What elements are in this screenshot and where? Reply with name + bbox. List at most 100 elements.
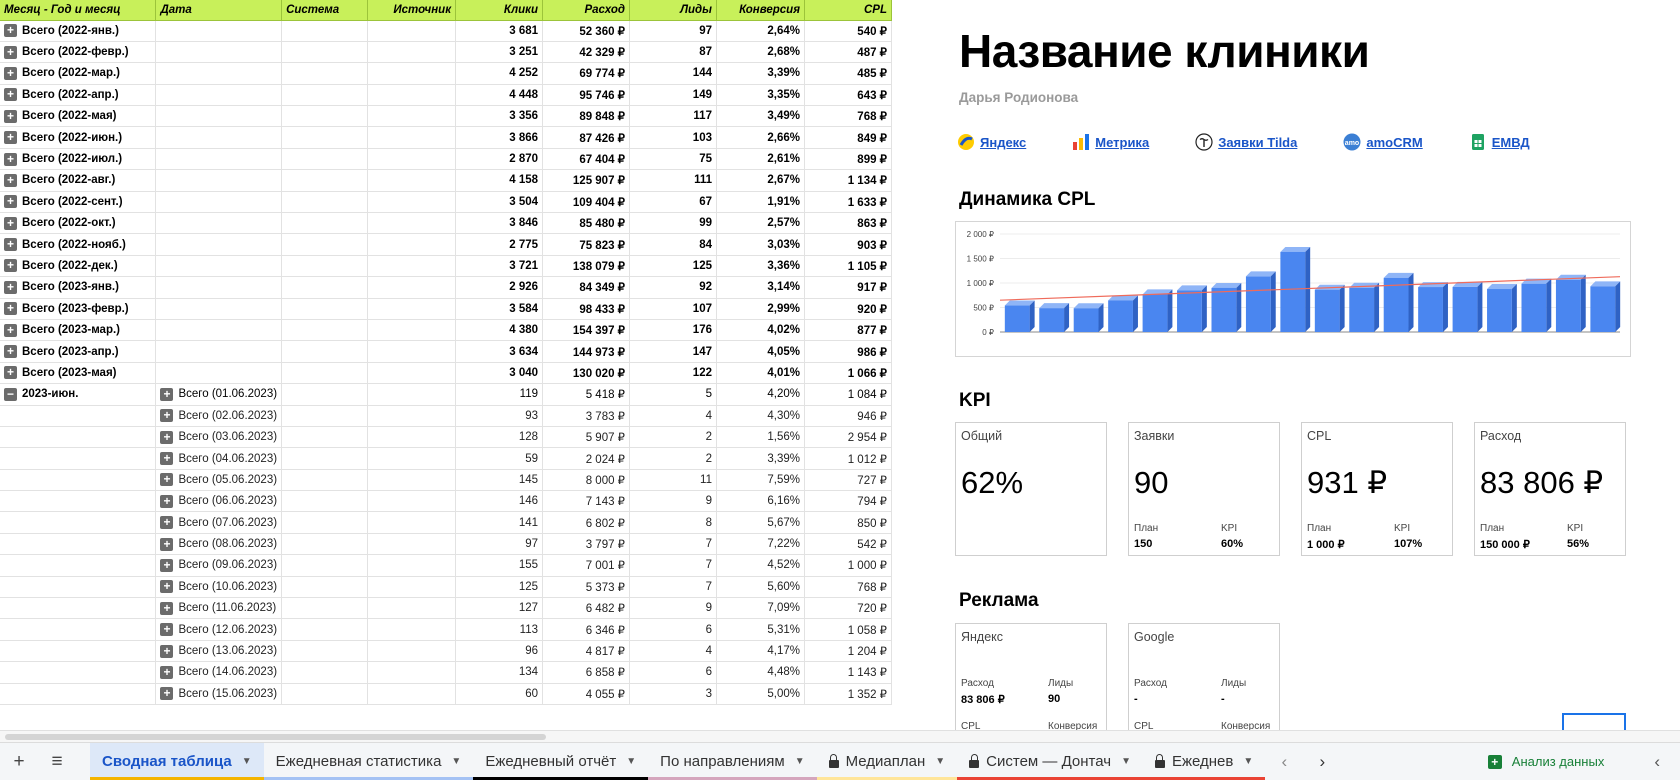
cell-source[interactable]: [367, 319, 457, 342]
cell-leads[interactable]: 2: [629, 426, 717, 449]
cell-spend[interactable]: 85 480 ₽: [542, 212, 630, 235]
link-metrika[interactable]: Метрика: [1072, 133, 1149, 151]
cell-cpl[interactable]: 1 066 ₽: [804, 362, 892, 385]
cell-month[interactable]: [0, 618, 157, 641]
cell-date[interactable]: + Всего (08.06.2023): [155, 533, 283, 556]
link-emvd[interactable]: ЕМВД: [1469, 133, 1530, 151]
cell-leads[interactable]: 176: [629, 319, 717, 342]
cell-date[interactable]: [155, 41, 283, 64]
cell-cpl[interactable]: 1 204 ₽: [804, 640, 892, 663]
cell-month[interactable]: [0, 576, 157, 599]
link-amocrm[interactable]: amo amoCRM: [1343, 133, 1423, 151]
cell-source[interactable]: [367, 41, 457, 64]
cell-clicks[interactable]: 59: [455, 447, 544, 470]
cell-system[interactable]: [281, 426, 369, 449]
cell-conv[interactable]: 5,00%: [716, 683, 805, 706]
cell-cpl[interactable]: 946 ₽: [804, 405, 892, 427]
cell-conv[interactable]: 4,05%: [716, 340, 805, 363]
cell-clicks[interactable]: 4 380: [455, 319, 544, 342]
expand-icon[interactable]: +: [4, 66, 17, 80]
cell-month[interactable]: [0, 533, 157, 556]
caret-down-icon[interactable]: ▼: [626, 756, 636, 767]
cell-conv[interactable]: 4,20%: [716, 383, 805, 406]
cell-leads[interactable]: 4: [629, 405, 717, 427]
cell-cpl[interactable]: 487 ₽: [804, 41, 892, 64]
caret-down-icon[interactable]: ▼: [935, 756, 945, 767]
cell-spend[interactable]: 52 360 ₽: [542, 20, 630, 42]
cell-source[interactable]: [367, 447, 457, 470]
cell-clicks[interactable]: 127: [455, 597, 544, 620]
cell-clicks[interactable]: 2 870: [455, 148, 544, 171]
cell-cpl[interactable]: 1 633 ₽: [804, 191, 892, 214]
cell-cpl[interactable]: 542 ₽: [804, 533, 892, 556]
cell-cpl[interactable]: 1 134 ₽: [804, 169, 892, 192]
cell-system[interactable]: [281, 554, 369, 577]
cell-source[interactable]: [367, 191, 457, 214]
cell-conv[interactable]: 3,36%: [716, 255, 805, 278]
cell-conv[interactable]: 7,59%: [716, 469, 805, 492]
expand-icon[interactable]: +: [4, 88, 17, 102]
expand-icon[interactable]: +: [160, 494, 174, 508]
caret-down-icon[interactable]: ▼: [1243, 756, 1253, 767]
cell-cpl[interactable]: 1 143 ₽: [804, 661, 892, 684]
cell-spend[interactable]: 67 404 ₽: [542, 148, 630, 171]
cell-clicks[interactable]: 96: [455, 640, 544, 663]
cell-source[interactable]: [367, 554, 457, 577]
cell-clicks[interactable]: 145: [455, 469, 544, 492]
cell-date[interactable]: [155, 62, 283, 85]
cell-date[interactable]: + Всего (12.06.2023): [155, 618, 283, 641]
cell-cpl[interactable]: 643 ₽: [804, 84, 892, 107]
cell-cpl[interactable]: 920 ₽: [804, 298, 892, 320]
expand-icon[interactable]: +: [160, 558, 174, 572]
cell-cpl[interactable]: 2 954 ₽: [804, 426, 892, 449]
cell-source[interactable]: [367, 212, 457, 235]
cell-date[interactable]: [155, 319, 283, 342]
cell-spend[interactable]: 69 774 ₽: [542, 62, 630, 85]
cell-clicks[interactable]: 2 775: [455, 233, 544, 256]
cell-source[interactable]: [367, 362, 457, 385]
cell-month[interactable]: + Всего (2022-февр.): [0, 41, 157, 64]
cell-date[interactable]: + Всего (14.06.2023): [155, 661, 283, 684]
cell-month[interactable]: [0, 426, 157, 449]
cell-clicks[interactable]: 3 251: [455, 41, 544, 64]
cell-conv[interactable]: 4,48%: [716, 661, 805, 684]
expand-icon[interactable]: +: [160, 473, 174, 487]
expand-icon[interactable]: +: [4, 345, 17, 359]
header-clicks[interactable]: Клики: [455, 0, 544, 21]
caret-down-icon[interactable]: ▼: [242, 756, 252, 767]
cell-date[interactable]: [155, 169, 283, 192]
cell-clicks[interactable]: 3 866: [455, 126, 544, 149]
expand-icon[interactable]: +: [160, 601, 174, 615]
cell-month[interactable]: [0, 405, 157, 427]
cell-leads[interactable]: 9: [629, 597, 717, 620]
cell-date[interactable]: + Всего (06.06.2023): [155, 490, 283, 513]
cell-cpl[interactable]: 917 ₽: [804, 276, 892, 299]
collapse-icon[interactable]: −: [4, 387, 17, 401]
expand-icon[interactable]: +: [160, 665, 174, 679]
cell-date[interactable]: [155, 276, 283, 299]
cell-leads[interactable]: 2: [629, 447, 717, 470]
cell-date[interactable]: + Всего (11.06.2023): [155, 597, 283, 620]
sheet-tab[interactable]: Систем — Донтач ▼: [957, 743, 1143, 780]
sheet-tab[interactable]: По направлениям ▼: [648, 743, 817, 780]
cell-cpl[interactable]: 1 084 ₽: [804, 383, 892, 406]
cell-leads[interactable]: 97: [629, 20, 717, 42]
cell-month[interactable]: + Всего (2022-янв.): [0, 20, 157, 42]
cell-system[interactable]: [281, 255, 369, 278]
cell-system[interactable]: [281, 62, 369, 85]
expand-icon[interactable]: +: [4, 259, 17, 273]
cell-system[interactable]: [281, 276, 369, 299]
cell-clicks[interactable]: 141: [455, 511, 544, 534]
expand-icon[interactable]: +: [4, 216, 17, 230]
cell-source[interactable]: [367, 20, 457, 42]
cell-conv[interactable]: 4,02%: [716, 319, 805, 342]
header-month[interactable]: Месяц - Год и месяц: [0, 0, 157, 21]
expand-icon[interactable]: +: [160, 430, 174, 444]
cell-date[interactable]: + Всего (09.06.2023): [155, 554, 283, 577]
cell-system[interactable]: [281, 576, 369, 599]
cell-system[interactable]: [281, 84, 369, 107]
cell-cpl[interactable]: 986 ₽: [804, 340, 892, 363]
cell-leads[interactable]: 8: [629, 511, 717, 534]
cell-date[interactable]: + Всего (02.06.2023): [155, 405, 283, 427]
cell-date[interactable]: [155, 126, 283, 149]
